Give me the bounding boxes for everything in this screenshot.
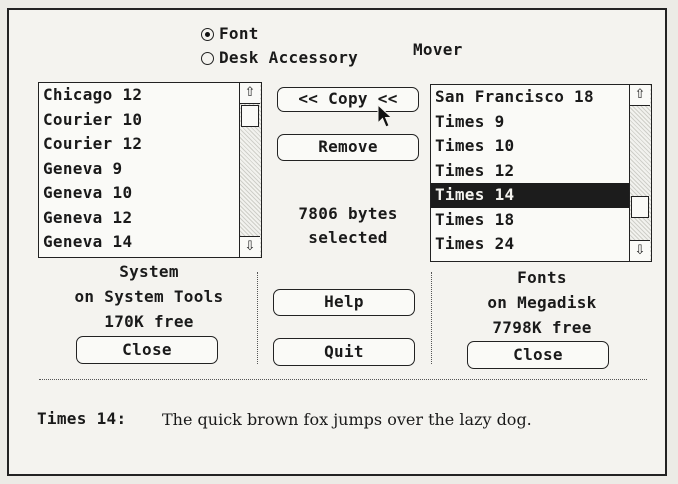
list-item-selected[interactable]: Times 14 bbox=[431, 183, 629, 208]
list-item[interactable]: Chicago 12 bbox=[39, 83, 239, 108]
desk-accessory-radio-label[interactable]: Desk Accessory bbox=[219, 48, 358, 67]
close-left-button[interactable]: Close bbox=[76, 336, 218, 364]
list-item[interactable]: Times 12 bbox=[431, 159, 629, 184]
sample-text: The quick brown fox jumps over the lazy … bbox=[162, 410, 532, 429]
scroll-up-arrow-icon[interactable]: ⇧ bbox=[630, 85, 650, 106]
sample-font-label: Times 14: bbox=[37, 409, 127, 428]
close-right-button[interactable]: Close bbox=[467, 341, 609, 369]
list-item[interactable]: Times 9 bbox=[431, 110, 629, 135]
system-font-list[interactable]: Chicago 12 Courier 10 Courier 12 Geneva … bbox=[38, 82, 262, 258]
scroll-thumb[interactable] bbox=[241, 105, 259, 127]
font-radio-label[interactable]: Font bbox=[219, 24, 259, 43]
desk-accessory-radio-button[interactable] bbox=[201, 52, 214, 65]
scroll-down-arrow-icon[interactable]: ⇩ bbox=[630, 240, 650, 261]
left-file-name: System bbox=[119, 262, 179, 281]
list-item[interactable]: Geneva 9 bbox=[39, 157, 239, 182]
list-item[interactable]: Courier 12 bbox=[39, 132, 239, 157]
arrow-cursor-icon bbox=[377, 104, 393, 128]
fonts-list-scrollbar[interactable]: ⇧ ⇩ bbox=[629, 85, 651, 261]
selection-size: 7806 bytes bbox=[298, 204, 398, 223]
copy-button[interactable]: << Copy << bbox=[277, 87, 419, 112]
left-free-space: 170K free bbox=[104, 312, 194, 331]
list-item[interactable]: Courier 10 bbox=[39, 108, 239, 133]
fonts-file-items: San Francisco 18 Times 9 Times 10 Times … bbox=[431, 85, 629, 261]
scroll-down-arrow-icon[interactable]: ⇩ bbox=[240, 236, 260, 257]
list-item[interactable]: Times 24 bbox=[431, 232, 629, 257]
font-radio-button[interactable] bbox=[201, 28, 214, 41]
font-da-mover-dialog: Font Desk Accessory Mover Chicago 12 Cou… bbox=[7, 8, 667, 476]
list-item[interactable]: Geneva 12 bbox=[39, 206, 239, 231]
right-free-space: 7798K free bbox=[492, 318, 592, 337]
list-item[interactable]: Times 18 bbox=[431, 208, 629, 233]
list-item[interactable]: Geneva 10 bbox=[39, 181, 239, 206]
left-disk-name: on System Tools bbox=[74, 287, 224, 306]
system-font-items: Chicago 12 Courier 10 Courier 12 Geneva … bbox=[39, 83, 239, 257]
selection-status: selected bbox=[308, 228, 388, 247]
right-disk-name: on Megadisk bbox=[487, 293, 597, 312]
right-file-name: Fonts bbox=[517, 268, 567, 287]
help-button[interactable]: Help bbox=[273, 289, 415, 316]
mover-title: Mover bbox=[413, 40, 463, 59]
list-item[interactable]: Geneva 14 bbox=[39, 230, 239, 255]
scroll-up-arrow-icon[interactable]: ⇧ bbox=[240, 83, 260, 104]
list-item[interactable]: San Francisco 18 bbox=[431, 85, 629, 110]
system-list-scrollbar[interactable]: ⇧ ⇩ bbox=[239, 83, 261, 257]
quit-button[interactable]: Quit bbox=[273, 338, 415, 366]
fonts-file-list[interactable]: San Francisco 18 Times 9 Times 10 Times … bbox=[430, 84, 652, 262]
scroll-thumb[interactable] bbox=[631, 196, 649, 219]
sample-divider bbox=[39, 379, 647, 380]
list-item[interactable]: Times 10 bbox=[431, 134, 629, 159]
remove-button[interactable]: Remove bbox=[277, 134, 419, 161]
